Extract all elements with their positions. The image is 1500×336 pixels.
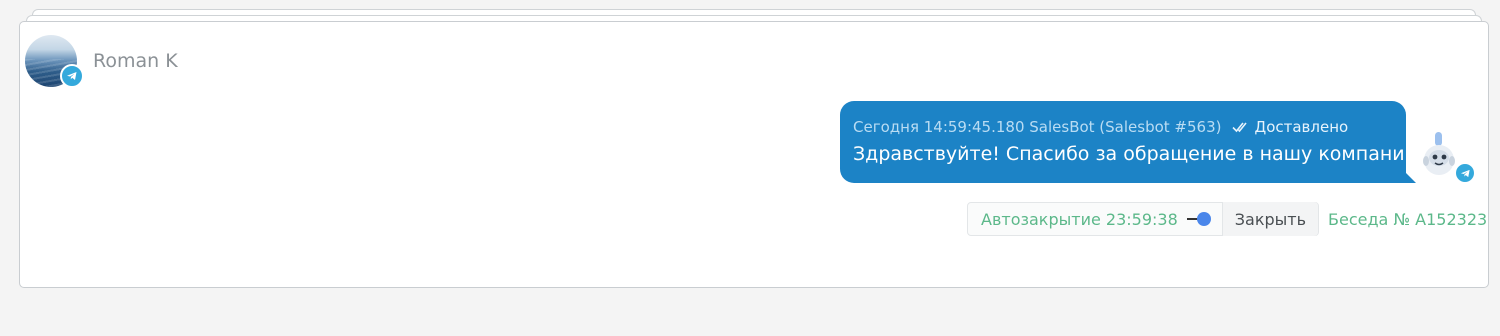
close-conversation-button[interactable]: Закрыть <box>1221 202 1319 236</box>
message-timestamp-sender: Сегодня 14:59:45.180 SalesBot (Salesbot … <box>853 118 1222 136</box>
conversation-id-link[interactable]: Беседа № A152323 <box>1328 210 1487 229</box>
telegram-icon <box>60 64 84 88</box>
message-text: Здравствуйте! Спасибо за обращение в наш… <box>853 143 1421 165</box>
bot-avatar[interactable] <box>1418 128 1476 184</box>
contact-name[interactable]: Roman K <box>93 50 178 72</box>
autoclose-toggle[interactable] <box>1186 211 1213 227</box>
toggle-knob <box>1196 212 1211 226</box>
autoclose-label: Автозакрытие 23:59:38 <box>981 209 1178 229</box>
autoclose-control: Автозакрытие 23:59:38 Закрыть <box>967 202 1320 236</box>
conversation-controls: Автозакрытие 23:59:38 Закрыть Беседа № A… <box>967 202 1487 236</box>
double-check-icon <box>1232 121 1250 133</box>
delivery-status: Доставлено <box>1254 118 1349 136</box>
message-bubble: Сегодня 14:59:45.180 SalesBot (Salesbot … <box>840 101 1421 183</box>
contact-avatar[interactable] <box>25 35 84 88</box>
contact-header: Roman K <box>25 35 178 88</box>
message-meta: Сегодня 14:59:45.180 SalesBot (Salesbot … <box>853 118 1348 136</box>
telegram-icon <box>1454 162 1476 184</box>
